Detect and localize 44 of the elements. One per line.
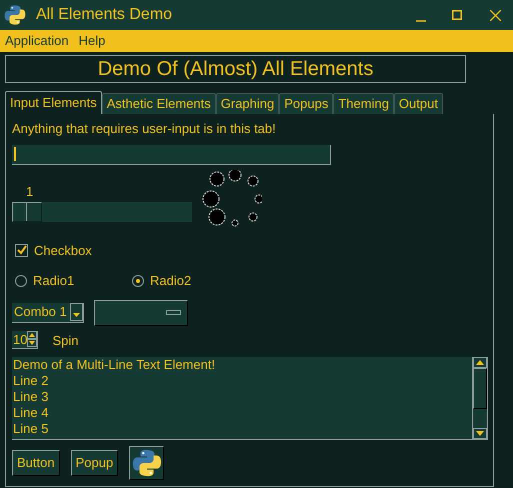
spin-box[interactable]: 10 (12, 331, 38, 350)
dropdown-arrow-icon (72, 313, 80, 317)
scroll-up-icon[interactable] (473, 357, 487, 368)
tab[interactable]: Input Elements (5, 91, 102, 114)
radio-button[interactable] (132, 274, 144, 287)
slider-handle[interactable] (12, 202, 42, 222)
tab[interactable]: Popups (279, 93, 334, 114)
spin-label: Spin (52, 332, 78, 350)
text-line: Line 5 (13, 421, 50, 437)
scroll-thumb[interactable] (473, 368, 487, 409)
intro-text: Anything that requires user-input is in this tab! (12, 120, 277, 138)
python-logo-icon (132, 448, 162, 478)
tab[interactable]: Asthetic Elements (102, 93, 216, 114)
push-button[interactable]: Button (12, 450, 60, 476)
menu-item[interactable]: Application (5, 31, 69, 51)
scroll-bar[interactable] (94, 300, 188, 326)
scroll-down-icon[interactable] (473, 428, 487, 439)
menu-item[interactable]: Help (78, 31, 106, 51)
python-logo-icon (4, 4, 26, 26)
checkbox[interactable] (15, 244, 28, 257)
combo-box[interactable]: Combo 1 (12, 302, 84, 322)
vertical-scroll-bar[interactable] (472, 357, 487, 439)
text-line: Line 2 (13, 373, 50, 389)
slider-track[interactable] (12, 202, 192, 222)
radio-label: Radio2 (150, 272, 192, 290)
multiline-text-field[interactable]: Demo of a Multi-Line Text Element! Line 2 Line 3 Line 4 Line 5 (12, 357, 488, 440)
text-line: Line 4 (13, 405, 50, 421)
text-line: Line 3 (13, 389, 50, 405)
checkbox-label: Checkbox (34, 242, 92, 260)
radio-label: Radio1 (33, 272, 74, 290)
text-input-field[interactable] (12, 144, 331, 164)
maximize-icon[interactable] (452, 10, 462, 20)
tab[interactable]: Graphing (216, 93, 280, 114)
heading: Demo Of (Almost) All Elements (5, 55, 466, 83)
close-icon[interactable] (490, 10, 501, 20)
image-button[interactable] (129, 446, 164, 480)
scroll-thumb[interactable] (166, 310, 181, 315)
text-line: Demo of a Multi-Line Text Element! (13, 357, 216, 373)
slider-reading: 1 (26, 182, 34, 200)
window-title: All Elements Demo (36, 5, 174, 25)
tab[interactable]: Theming (333, 93, 394, 114)
radio-button[interactable] (15, 274, 27, 287)
push-button[interactable]: Popup (70, 450, 118, 476)
tab[interactable]: Output (394, 93, 443, 114)
